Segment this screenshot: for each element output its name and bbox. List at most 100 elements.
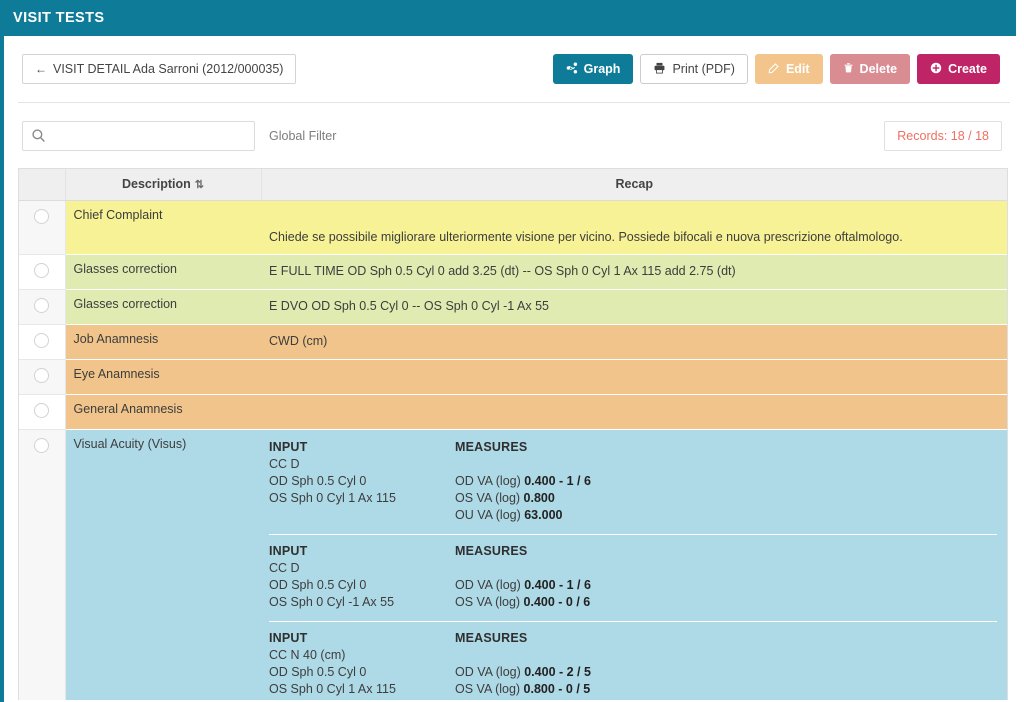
table-row[interactable]: Chief Complaint Chiede se possibile migli… [19, 200, 1007, 255]
search-input[interactable] [22, 121, 255, 151]
recap-measures-column: MEASURES OD VA (log) 0.400 - 1 / 6 OS VA (… [455, 439, 685, 524]
recap-input-line: CC D [269, 560, 300, 575]
page-title: VISIT TESTS [13, 10, 105, 26]
edit-button[interactable]: Edit [754, 54, 823, 84]
row-recap-cell [261, 359, 1007, 395]
recap-text: E FULL TIME OD Sph 0.5 Cyl 0 add 3.25 (d… [269, 263, 736, 278]
table-header: Description ⇅ Recap [19, 169, 1007, 201]
row-radio-button[interactable] [34, 208, 50, 224]
recap-measure-line: OD VA (log) 0.400 - 1 / 6 [455, 577, 591, 592]
recap-measure-line: OS VA (log) 0.400 - 0 / 6 [455, 594, 591, 609]
recap-input-line: OS Sph 0 Cyl 1 Ax 115 [269, 681, 396, 696]
pencil-edit-icon [768, 62, 780, 76]
printer-icon [653, 62, 666, 76]
trash-icon [843, 62, 854, 76]
row-recap-cell: CWD (cm) [261, 324, 1007, 360]
column-header-recap: Recap [261, 169, 1007, 201]
records-count-badge: Records: 18 / 18 [884, 121, 1002, 151]
row-recap-cell: E FULL TIME OD Sph 0.5 Cyl 0 add 3.25 (d… [261, 254, 1007, 290]
global-filter-label: Global Filter [269, 129, 337, 143]
toolbar-divider [18, 102, 1010, 103]
recap-text [269, 402, 997, 420]
row-description-cell: Chief Complaint [65, 200, 261, 255]
recap-measures-header: MEASURES [455, 543, 528, 558]
recap-measures-column: MEASURES OD VA (log) 0.400 - 2 / 5 OS VA (… [455, 630, 685, 702]
delete-button[interactable]: Delete [829, 54, 911, 84]
row-description-cell: Visual Acuity (Visus) [65, 429, 261, 702]
print-pdf-button-label: Print (PDF) [672, 61, 735, 76]
print-pdf-button[interactable]: Print (PDF) [640, 54, 748, 84]
row-recap-cell: INPUT CC D OD Sph 0.5 Cyl 0 OS Sph 0 Cyl 1 … [261, 429, 1007, 702]
plus-circle-icon [930, 62, 942, 76]
recap-input-line: CC N 40 (cm) [269, 647, 346, 662]
back-button-label: VISIT DETAIL Ada Sarroni (2012/000035) [53, 62, 284, 76]
recap-input-line: CC D [269, 456, 300, 471]
row-select-cell[interactable] [19, 324, 66, 360]
recap-input-line: OS Sph 0 Cyl -1 Ax 55 [269, 594, 395, 609]
recap-input-line: OD Sph 0.5 Cyl 0 [269, 664, 367, 679]
recap-input-line: OD Sph 0.5 Cyl 0 [269, 577, 367, 592]
column-header-select [19, 169, 66, 201]
row-select-cell[interactable] [19, 254, 66, 290]
recap-measures-header: MEASURES [455, 439, 528, 454]
column-header-recap-label: Recap [615, 177, 654, 192]
recap-measure-line: OU VA (log) 63.000 [455, 507, 563, 522]
graph-button[interactable]: Graph [552, 54, 634, 84]
recap-input-column: INPUT CC D OD Sph 0.5 Cyl 0 OS Sph 0 Cyl 1 … [269, 439, 455, 524]
row-select-cell[interactable] [19, 429, 66, 702]
recap-input-line: OS Sph 0 Cyl 1 Ax 115 [269, 490, 396, 505]
recap-measures-header: MEASURES [455, 630, 528, 645]
table-row[interactable]: Job Anamnesis CWD (cm) [19, 324, 1007, 360]
table-row[interactable]: Visual Acuity (Visus) INPUT CC D OD Sph 0.5… [19, 429, 1007, 702]
recap-text: E DVO OD Sph 0.5 Cyl 0 -- OS Sph 0 Cyl -… [269, 298, 549, 313]
recap-measurement-group: INPUT CC D OD Sph 0.5 Cyl 0 OS Sph 0 Cyl 1 … [269, 437, 997, 534]
recap-measure-line: OS VA (log) 0.800 [455, 490, 555, 505]
table-row[interactable]: Eye Anamnesis [19, 359, 1007, 395]
row-description-cell: General Anamnesis [65, 394, 261, 430]
row-radio-button[interactable] [34, 437, 50, 453]
table-row[interactable]: Glasses correction E DVO OD Sph 0.5 Cyl 0… [19, 289, 1007, 325]
row-radio-button[interactable] [34, 262, 50, 278]
recap-measure-line [455, 560, 685, 577]
row-select-cell[interactable] [19, 289, 66, 325]
filter-bar: Global Filter Records: 18 / 18 [4, 110, 1016, 162]
column-header-description[interactable]: Description ⇅ [65, 169, 262, 201]
table-header-row: Description ⇅ Recap [19, 169, 1007, 201]
row-description-cell: Glasses correction [65, 254, 261, 290]
row-radio-button[interactable] [34, 297, 50, 313]
graph-button-label: Graph [583, 61, 621, 76]
create-button-label: Create [948, 61, 987, 76]
row-radio-button[interactable] [34, 367, 50, 383]
row-recap-cell [261, 394, 1007, 430]
create-button[interactable]: Create [917, 54, 1000, 84]
recap-text: Chiede se possibile migliorare ulteriorm… [269, 229, 903, 244]
row-recap-cell: Chiede se possibile migliorare ulteriorm… [261, 200, 1007, 255]
recap-measure-line: OS VA (log) 0.800 - 0 / 5 [455, 681, 591, 696]
edit-button-label: Edit [785, 61, 810, 76]
back-to-visit-detail-button[interactable]: ← VISIT DETAIL Ada Sarroni (2012/000035) [22, 54, 297, 84]
recap-text: CWD (cm) [269, 333, 328, 348]
row-radio-button[interactable] [34, 402, 50, 418]
column-header-description-label: Description [122, 177, 191, 192]
tests-table-container: Description ⇅ Recap Chief Complaint Chiede… [18, 168, 1008, 702]
table-row[interactable]: Glasses correction E FULL TIME OD Sph 0.5… [19, 254, 1007, 290]
sort-toggle-icon[interactable]: ⇅ [195, 180, 204, 191]
row-select-cell[interactable] [19, 200, 66, 255]
recap-measure-line: OD VA (log) 0.400 - 1 / 6 [455, 473, 591, 488]
table-row[interactable]: General Anamnesis [19, 394, 1007, 430]
row-recap-cell: E DVO OD Sph 0.5 Cyl 0 -- OS Sph 0 Cyl -… [261, 289, 1007, 325]
row-description-cell: Glasses correction [65, 289, 261, 325]
recap-measurement-group: INPUT CC D OD Sph 0.5 Cyl 0 OS Sph 0 Cyl -1… [269, 533, 997, 621]
recap-measure-line [455, 456, 685, 473]
back-arrow-icon: ← [35, 62, 47, 76]
recap-input-header: INPUT [269, 630, 308, 645]
action-toolbar: ← VISIT DETAIL Ada Sarroni (2012/000035)… [4, 36, 1016, 102]
row-radio-button[interactable] [34, 332, 50, 348]
recap-measures-column: MEASURES OD VA (log) 0.400 - 1 / 6 OS VA (… [455, 543, 685, 611]
recap-input-column: INPUT CC D OD Sph 0.5 Cyl 0 OS Sph 0 Cyl -1… [269, 543, 455, 611]
row-description-cell: Eye Anamnesis [65, 359, 261, 395]
row-select-cell[interactable] [19, 359, 66, 395]
app-page: VISIT TESTS ← VISIT DETAIL Ada Sarroni (… [0, 0, 1024, 702]
row-select-cell[interactable] [19, 394, 66, 430]
table-body: Chief Complaint Chiede se possibile migli… [19, 200, 1007, 702]
